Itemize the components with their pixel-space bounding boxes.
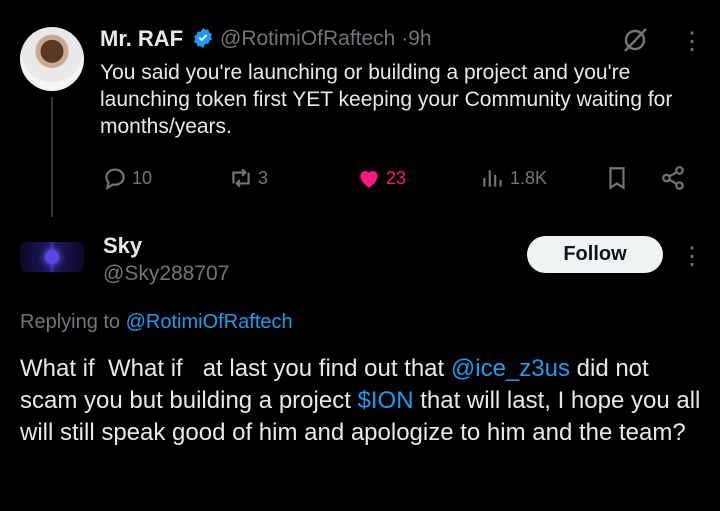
more-icon[interactable]: ⋮ <box>680 27 704 56</box>
grok-icon[interactable] <box>620 25 650 55</box>
bookmark-icon <box>609 167 625 190</box>
views-button[interactable]: 1.8K <box>480 165 547 191</box>
cashtag-link[interactable]: $ION <box>358 387 414 414</box>
views-icon <box>483 170 502 187</box>
more-icon[interactable]: ⋮ <box>680 242 704 271</box>
bookmark-button[interactable] <box>604 165 630 191</box>
reply-count: 10 <box>132 167 153 188</box>
author-handle[interactable]: @RotimiOfRaftech ·9h <box>220 27 432 51</box>
author-avatar[interactable] <box>20 27 84 91</box>
follow-button[interactable]: Follow <box>527 236 663 273</box>
reply-author-avatar[interactable] <box>20 242 84 272</box>
reply-text: What if What if at last you find out tha… <box>20 353 710 449</box>
post-time[interactable]: 9h <box>408 27 431 50</box>
reply-button[interactable]: 10 <box>102 165 152 191</box>
retweet-icon <box>232 168 250 188</box>
author-name[interactable]: Mr. RAF <box>100 26 183 52</box>
reply-author-handle[interactable]: @Sky288707 <box>103 262 229 286</box>
retweet-count: 3 <box>258 167 269 188</box>
replying-prefix: Replying to <box>20 311 121 333</box>
like-count: 23 <box>386 167 407 188</box>
view-count: 1.8K <box>510 167 548 188</box>
tweet-text: You said you're launching or building a … <box>100 61 673 138</box>
verified-badge-icon <box>194 27 212 49</box>
share-icon <box>662 166 684 190</box>
thread-line <box>51 97 53 217</box>
share-button[interactable] <box>660 165 686 191</box>
like-button[interactable]: 23 <box>356 165 406 191</box>
like-icon <box>360 170 378 188</box>
reply-author-name[interactable]: Sky <box>103 233 142 259</box>
replying-handle-link[interactable]: @RotimiOfRaftech <box>126 311 293 333</box>
replying-to: Replying to @RotimiOfRaftech <box>20 311 293 334</box>
reply-icon <box>105 168 125 190</box>
mention-link[interactable]: @ice_z3us <box>451 355 570 382</box>
handle-text: @RotimiOfRaftech <box>220 27 396 50</box>
retweet-button[interactable]: 3 <box>228 165 268 191</box>
reply-text-part: What if What if at last you find out tha… <box>20 355 451 382</box>
